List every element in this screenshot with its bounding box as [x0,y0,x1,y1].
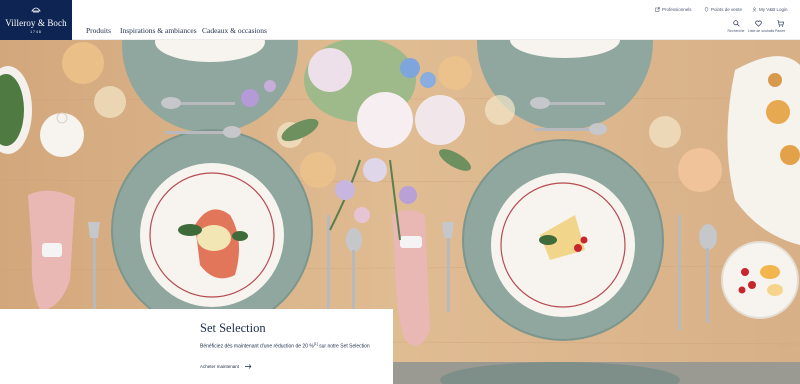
shop-now-link[interactable]: Acheter maintenant [200,364,252,369]
shop-now-label: Acheter maintenant [200,364,240,369]
promo-text-end: sur notre Set Selection [317,343,370,350]
crest-icon [31,7,41,13]
login-link[interactable]: My V&B Login [752,7,788,12]
external-link-icon [655,7,660,12]
professionals-link[interactable]: Professionnels [655,7,692,12]
nav-inspirations[interactable]: Inspirations & ambiances [120,26,197,35]
promo-card: Set Selection Bénéficiez dès maintenant … [0,309,393,384]
cart-button[interactable]: Panier [770,20,790,33]
wishlist-label: Liste de souhaits [748,29,775,33]
site-header: Villeroy & Boch 1748 Produits Inspiratio… [0,0,800,40]
wishlist-button[interactable]: Liste de souhaits [748,20,775,33]
promo-text: Bénéficiez dès maintenant d'une réductio… [200,342,370,350]
search-label: Recherche [727,29,745,33]
heart-icon [754,20,762,27]
promo-title: Set Selection [200,321,266,335]
brand-logo[interactable]: Villeroy & Boch 1748 [0,0,72,40]
search-button[interactable]: Recherche [726,20,746,33]
promo-text-main: Bénéficiez dès maintenant d'une réductio… [200,343,314,350]
login-label: My V&B Login [759,7,788,12]
brand-name: Villeroy & Boch [5,18,67,28]
nav-produits[interactable]: Produits [86,26,111,35]
location-pin-icon [704,7,709,12]
search-icon [732,20,740,27]
cart-label: Panier [774,29,786,33]
user-icon [752,7,757,12]
arrow-right-icon [245,364,252,369]
stores-link[interactable]: Points de vente [704,7,742,12]
professionals-label: Professionnels [662,7,692,12]
brand-year: 1748 [30,30,42,34]
cart-icon [776,20,784,27]
stores-label: Points de vente [711,7,743,12]
nav-cadeaux[interactable]: Cadeaux & occasions [202,26,267,35]
